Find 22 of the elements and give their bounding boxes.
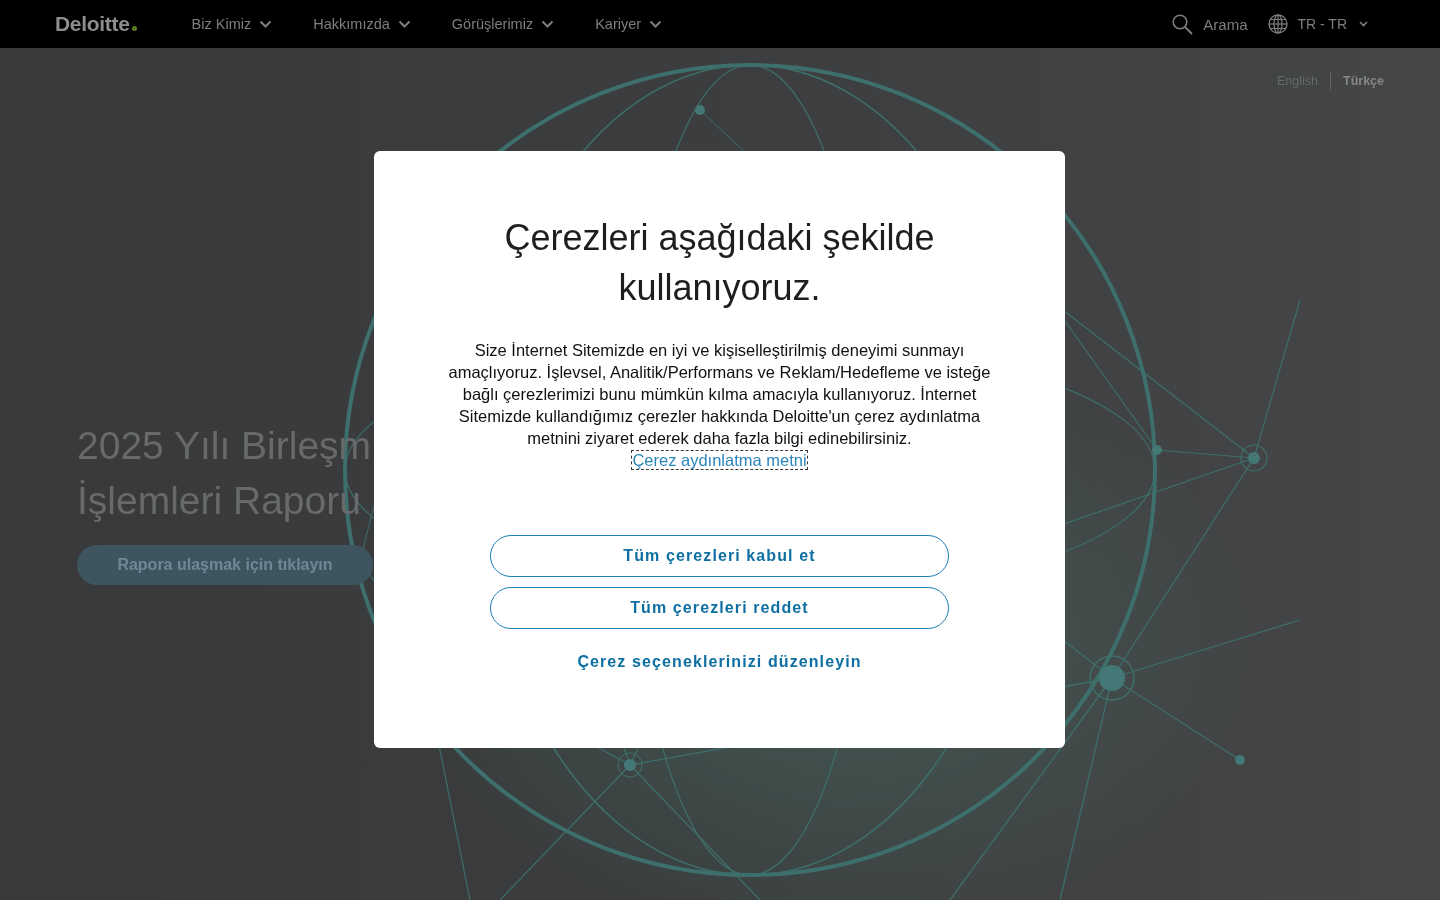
chevron-down-icon	[397, 20, 411, 28]
locale-button[interactable]: TR - TR	[1268, 14, 1368, 34]
chevron-down-icon	[259, 20, 273, 28]
dialog-text: Size İnternet Sitemizde en iyi ve kişiselleştirilmiş deneyimi sunmayı amaçlıyoruz. İşlevsel, Analitik/Performans ve Reklam/Hedefleme ve isteğe bağlı çerezlerimizi bunu mümkün kılma amacıyla kullanıyoruz. İnternet Sitemizde kullandığımız çerezler hakkında Deloitte'un çerez aydınlatma metnini ziyaret ederek daha fazla bilgi edinebilirsiniz. Çerez aydınlatma metni	[447, 340, 992, 471]
nav-menu-button[interactable]: Kariyer	[595, 16, 663, 32]
accept-all-button[interactable]: Tüm çerezleri kabul et	[490, 535, 949, 577]
cookie-settings-link[interactable]: Çerez seçeneklerinizi düzenleyin	[577, 651, 862, 673]
chevron-down-icon	[541, 20, 555, 28]
logo-link[interactable]: Deloitte	[55, 13, 137, 35]
chevron-down-icon	[1359, 21, 1368, 27]
chevron-down-icon	[649, 20, 663, 28]
dialog-title: Çerezleri aşağıdaki şekilde kullanıyoruz.	[503, 216, 936, 310]
language-link[interactable]: Türkçe	[1343, 73, 1384, 88]
policy-link[interactable]: Çerez aydınlatma metni	[631, 450, 808, 470]
reject-all-button[interactable]: Tüm çerezleri reddet	[490, 587, 949, 629]
nav-menu-button[interactable]: Görüşlerimiz	[451, 16, 555, 32]
nav-menu-button[interactable]: Hakkımızda	[313, 16, 411, 32]
logo-dot-icon	[131, 26, 137, 31]
search-icon	[1172, 13, 1194, 35]
globe-icon	[1268, 14, 1289, 34]
nav-menu-button[interactable]: Biz Kimiz	[191, 16, 273, 32]
search-button[interactable]: Arama	[1172, 13, 1248, 35]
